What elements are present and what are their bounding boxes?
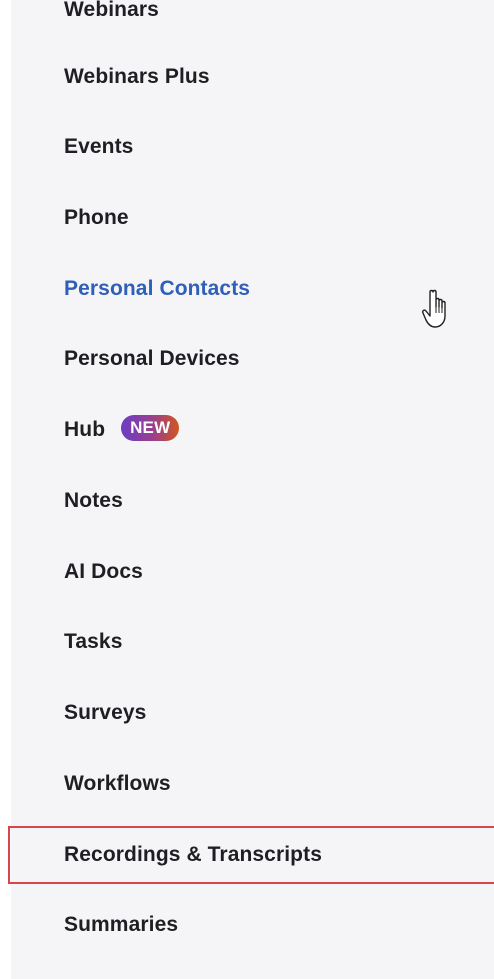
sidebar-item-hub[interactable]: Hub NEW bbox=[64, 414, 180, 446]
sidebar-item-surveys[interactable]: Surveys bbox=[64, 697, 146, 729]
sidebar-item-notes[interactable]: Notes bbox=[64, 485, 123, 517]
hand-pointer-icon bbox=[421, 288, 457, 332]
sidebar-item-label: Phone bbox=[64, 206, 129, 229]
sidebar-item-label: Summaries bbox=[64, 913, 179, 936]
sidebar-item-label: Personal Contacts bbox=[64, 277, 251, 300]
sidebar-item-personal-contacts[interactable]: Personal Contacts bbox=[64, 273, 250, 305]
sidebar-item-recordings-transcripts[interactable]: Recordings & Transcripts bbox=[64, 839, 322, 871]
sidebar-item-label: Workflows bbox=[64, 772, 171, 795]
sidebar-item-events[interactable]: Events bbox=[64, 131, 133, 163]
sidebar-item-label: Notes bbox=[64, 489, 123, 512]
sidebar-item-label: Webinars bbox=[64, 0, 159, 21]
sidebar-item-label: Hub bbox=[64, 418, 106, 441]
sidebar-item-label: Events bbox=[64, 135, 134, 158]
sidebar-item-tasks[interactable]: Tasks bbox=[64, 626, 123, 658]
sidebar-item-webinars-plus[interactable]: Webinars Plus bbox=[64, 61, 210, 93]
sidebar-item-summaries[interactable]: Summaries bbox=[64, 909, 178, 941]
sidebar-item-label: Surveys bbox=[64, 701, 147, 724]
sidebar-item-label: Webinars Plus bbox=[64, 65, 210, 88]
sidebar-item-label: Tasks bbox=[64, 630, 123, 653]
sidebar-item-label: AI Docs bbox=[64, 560, 143, 583]
sidebar-item-ai-docs[interactable]: AI Docs bbox=[64, 556, 143, 588]
sidebar-panel: Webinars Webinars Plus Events Phone Pers… bbox=[11, 0, 494, 979]
sidebar-item-personal-devices[interactable]: Personal Devices bbox=[64, 343, 240, 375]
sidebar-item-workflows[interactable]: Workflows bbox=[64, 768, 171, 800]
new-badge: NEW bbox=[121, 415, 180, 442]
sidebar-item-webinars[interactable]: Webinars bbox=[64, 0, 159, 26]
sidebar-item-label: Recordings & Transcripts bbox=[64, 843, 322, 866]
sidebar-item-phone[interactable]: Phone bbox=[64, 202, 129, 234]
sidebar-item-label: Personal Devices bbox=[64, 347, 240, 370]
